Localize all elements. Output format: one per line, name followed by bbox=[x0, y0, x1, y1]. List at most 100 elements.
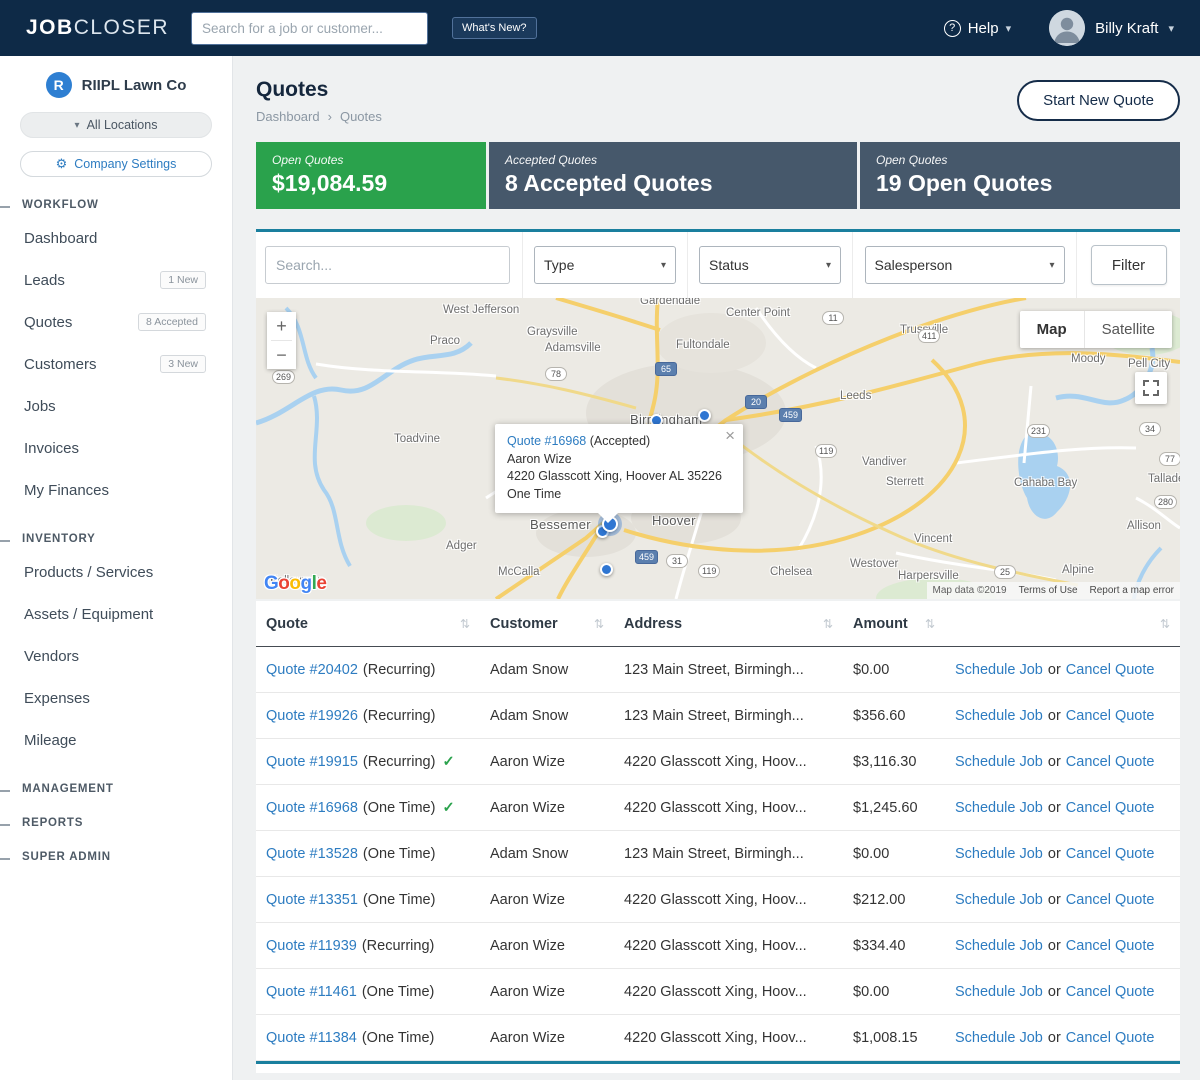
schedule-job-link[interactable]: Schedule Job bbox=[955, 800, 1043, 816]
map-label: Moody bbox=[1071, 353, 1106, 365]
fullscreen-button[interactable] bbox=[1135, 372, 1167, 404]
cancel-quote-link[interactable]: Cancel Quote bbox=[1066, 662, 1155, 678]
sidebar-item-customers[interactable]: Customers3 New bbox=[0, 343, 232, 385]
company-header: R RIIPL Lawn Co bbox=[0, 72, 232, 98]
breadcrumb-dashboard[interactable]: Dashboard bbox=[256, 109, 320, 124]
zoom-out-button[interactable]: − bbox=[267, 341, 296, 369]
schedule-job-link[interactable]: Schedule Job bbox=[955, 1030, 1043, 1046]
schedule-job-link[interactable]: Schedule Job bbox=[955, 984, 1043, 1000]
cancel-quote-link[interactable]: Cancel Quote bbox=[1066, 708, 1155, 724]
sidebar-item-leads[interactable]: Leads1 New bbox=[0, 259, 232, 301]
info-quote-link[interactable]: Quote #16968 bbox=[507, 434, 586, 448]
table-row: Quote #19926(Recurring) Adam Snow 123 Ma… bbox=[256, 693, 1180, 739]
header-customer[interactable]: Customer⇅ bbox=[480, 616, 614, 632]
cancel-quote-link[interactable]: Cancel Quote bbox=[1066, 754, 1155, 770]
app-logo[interactable]: JOBCLOSER bbox=[26, 16, 169, 40]
sort-icon[interactable]: ⇅ bbox=[594, 617, 604, 631]
report-map-error-link[interactable]: Report a map error bbox=[1090, 585, 1174, 596]
quote-address: 4220 Glasscott Xing, Hoov... bbox=[624, 892, 807, 908]
cancel-quote-link[interactable]: Cancel Quote bbox=[1066, 1030, 1155, 1046]
gear-icon: ⚙ bbox=[56, 156, 68, 172]
help-menu[interactable]: ? Help ▾ bbox=[944, 20, 1011, 37]
header-actions[interactable]: ⇅ bbox=[945, 617, 1180, 631]
whats-new-button[interactable]: What's New? bbox=[452, 17, 536, 39]
sidebar-item-dashboard[interactable]: Dashboard bbox=[0, 217, 232, 259]
zoom-in-button[interactable]: + bbox=[267, 312, 296, 340]
sidebar-item-expenses[interactable]: Expenses bbox=[0, 677, 232, 719]
quote-link[interactable]: Quote #11384 bbox=[266, 1030, 357, 1046]
quote-link[interactable]: Quote #13528 bbox=[266, 846, 358, 862]
breadcrumb: Dashboard › Quotes bbox=[256, 109, 382, 124]
quote-link[interactable]: Quote #19926 bbox=[266, 708, 358, 724]
route-shield: 119 bbox=[815, 444, 837, 458]
quote-address: 4220 Glasscott Xing, Hoov... bbox=[624, 938, 807, 954]
quotes-search-input[interactable] bbox=[265, 246, 510, 284]
quote-link[interactable]: Quote #13351 bbox=[266, 892, 358, 908]
nav-section-reports[interactable]: REPORTS bbox=[0, 817, 232, 829]
top-navbar: JOBCLOSER What's New? ? Help ▾ Billy Kra… bbox=[0, 0, 1200, 56]
quote-amount: $3,116.30 bbox=[853, 754, 916, 770]
schedule-job-link[interactable]: Schedule Job bbox=[955, 938, 1043, 954]
map-type-map-button[interactable]: Map bbox=[1020, 311, 1084, 348]
cancel-quote-link[interactable]: Cancel Quote bbox=[1066, 938, 1155, 954]
close-icon[interactable]: × bbox=[725, 427, 735, 444]
salesperson-select[interactable]: Salesperson ▾ bbox=[865, 246, 1065, 284]
company-settings-button[interactable]: ⚙ Company Settings bbox=[20, 151, 212, 177]
sidebar-item-my-finances[interactable]: My Finances bbox=[0, 469, 232, 511]
locations-dropdown[interactable]: ▾ All Locations bbox=[20, 112, 212, 138]
sidebar-item-quotes[interactable]: Quotes8 Accepted bbox=[0, 301, 232, 343]
map-marker[interactable] bbox=[698, 409, 711, 422]
start-new-quote-button[interactable]: Start New Quote bbox=[1017, 80, 1180, 121]
status-select[interactable]: Status ▾ bbox=[699, 246, 841, 284]
quote-link[interactable]: Quote #16968 bbox=[266, 800, 358, 816]
header-amount[interactable]: Amount⇅ bbox=[843, 616, 945, 632]
sort-icon[interactable]: ⇅ bbox=[1160, 617, 1170, 631]
sidebar-item-invoices[interactable]: Invoices bbox=[0, 427, 232, 469]
action-separator: or bbox=[1048, 984, 1061, 1000]
map[interactable]: Gardendale West Jefferson Praco Graysvil… bbox=[256, 298, 1180, 599]
sidebar-item-vendors[interactable]: Vendors bbox=[0, 635, 232, 677]
quote-link[interactable]: Quote #19915 bbox=[266, 754, 358, 770]
map-type-satellite-button[interactable]: Satellite bbox=[1084, 311, 1172, 348]
nav-section-workflow: WORKFLOW bbox=[0, 199, 232, 211]
schedule-job-link[interactable]: Schedule Job bbox=[955, 708, 1043, 724]
google-logo[interactable]: Google bbox=[264, 573, 326, 595]
schedule-job-link[interactable]: Schedule Job bbox=[955, 846, 1043, 862]
map-type-control: Map Satellite bbox=[1020, 311, 1172, 348]
stat-label: Open Quotes bbox=[876, 153, 1164, 167]
quote-link[interactable]: Quote #20402 bbox=[266, 662, 358, 678]
stat-label: Accepted Quotes bbox=[505, 153, 841, 167]
global-search-input[interactable] bbox=[191, 12, 428, 45]
quote-amount: $0.00 bbox=[853, 662, 889, 678]
nav-section-super-admin[interactable]: SUPER ADMIN bbox=[0, 851, 232, 863]
route-shield: 411 bbox=[918, 329, 940, 343]
map-marker[interactable] bbox=[600, 563, 613, 576]
filter-button[interactable]: Filter bbox=[1091, 245, 1167, 285]
sidebar-item-jobs[interactable]: Jobs bbox=[0, 385, 232, 427]
terms-of-use-link[interactable]: Terms of Use bbox=[1019, 585, 1078, 596]
cancel-quote-link[interactable]: Cancel Quote bbox=[1066, 984, 1155, 1000]
type-select[interactable]: Type ▾ bbox=[534, 246, 676, 284]
quote-link[interactable]: Quote #11461 bbox=[266, 984, 357, 1000]
header-address[interactable]: Address⇅ bbox=[614, 616, 843, 632]
quote-address: 4220 Glasscott Xing, Hoov... bbox=[624, 800, 807, 816]
schedule-job-link[interactable]: Schedule Job bbox=[955, 754, 1043, 770]
sort-icon[interactable]: ⇅ bbox=[823, 617, 833, 631]
schedule-job-link[interactable]: Schedule Job bbox=[955, 662, 1043, 678]
sidebar-item-products-services[interactable]: Products / Services bbox=[0, 551, 232, 593]
quote-amount: $1,245.60 bbox=[853, 800, 918, 816]
nav-section-management[interactable]: MANAGEMENT bbox=[0, 783, 232, 795]
sort-icon[interactable]: ⇅ bbox=[460, 617, 470, 631]
cancel-quote-link[interactable]: Cancel Quote bbox=[1066, 800, 1155, 816]
quote-link[interactable]: Quote #11939 bbox=[266, 938, 357, 954]
sort-icon[interactable]: ⇅ bbox=[925, 617, 935, 631]
user-menu[interactable]: Billy Kraft ▾ bbox=[1049, 10, 1174, 46]
sidebar-item-mileage[interactable]: Mileage bbox=[0, 719, 232, 761]
info-customer: Aaron Wize bbox=[507, 451, 731, 469]
schedule-job-link[interactable]: Schedule Job bbox=[955, 892, 1043, 908]
cancel-quote-link[interactable]: Cancel Quote bbox=[1066, 846, 1155, 862]
cancel-quote-link[interactable]: Cancel Quote bbox=[1066, 892, 1155, 908]
sidebar-item-assets-equipment[interactable]: Assets / Equipment bbox=[0, 593, 232, 635]
map-label: Vandiver bbox=[862, 456, 907, 468]
header-quote[interactable]: Quote⇅ bbox=[256, 616, 480, 632]
